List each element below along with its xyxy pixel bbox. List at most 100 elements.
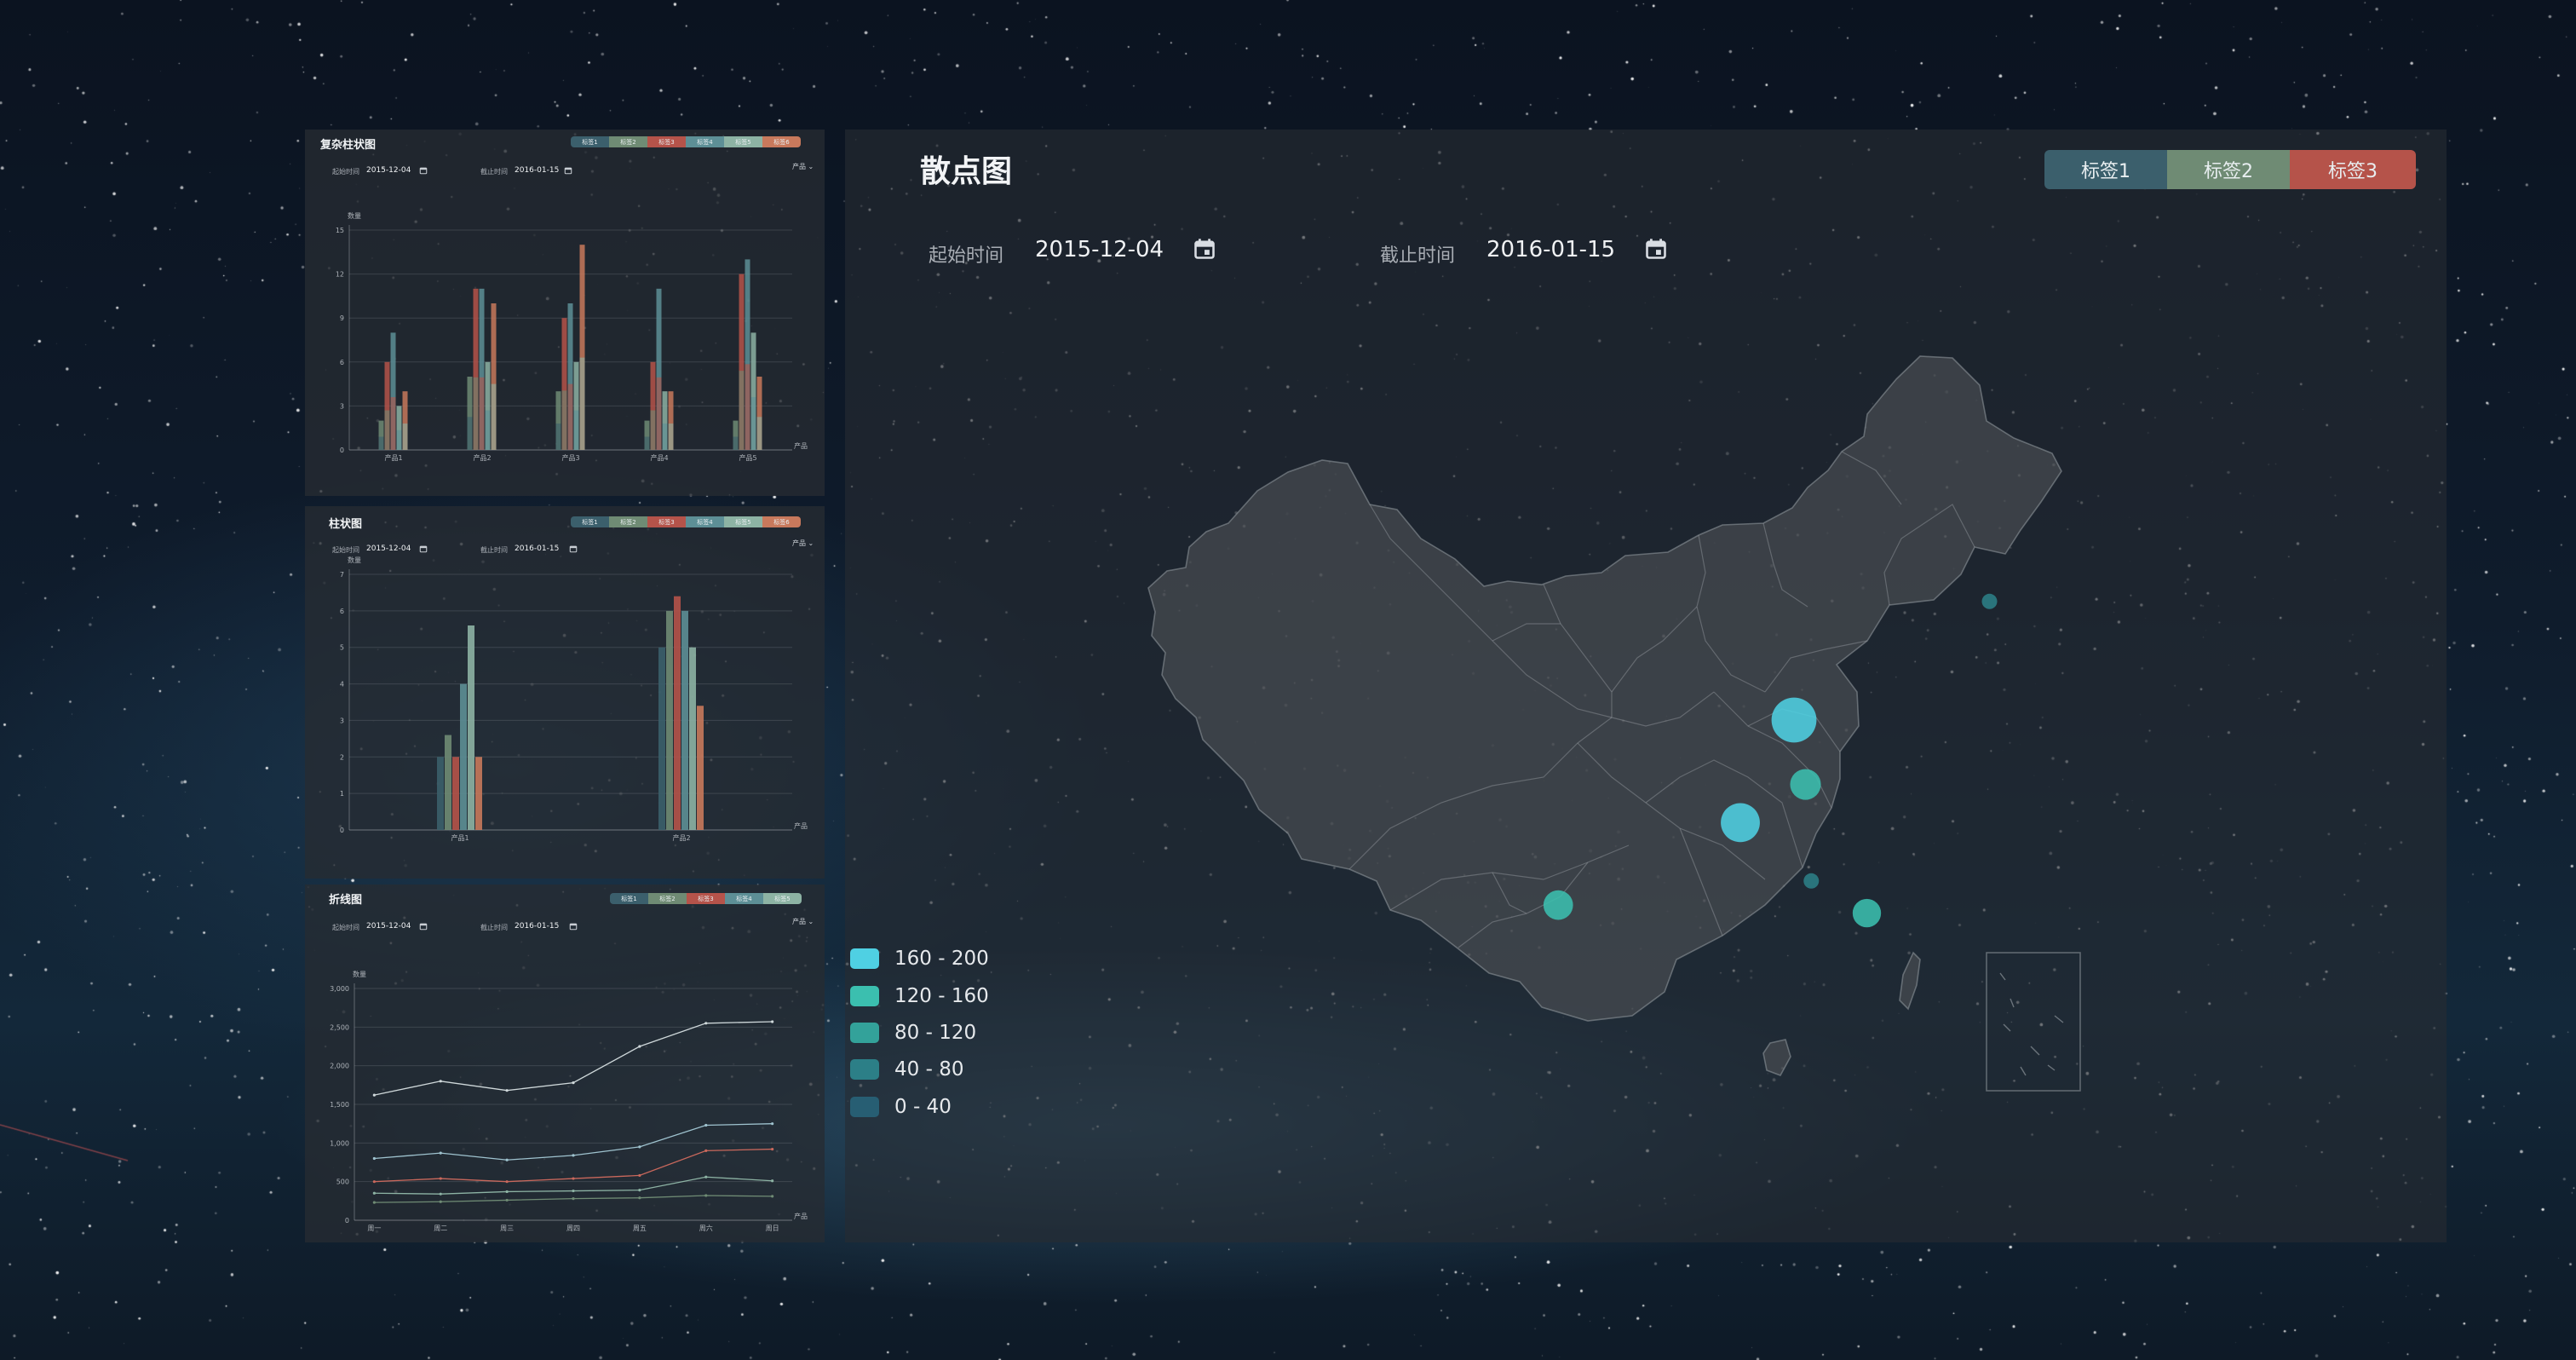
- bar-segment: [644, 436, 650, 450]
- tag-1[interactable]: 标签1: [610, 893, 648, 904]
- product-select[interactable]: 产品 ⌄: [792, 539, 814, 548]
- bar: [674, 596, 681, 830]
- tag-5[interactable]: 标签5: [724, 136, 762, 147]
- tag-5[interactable]: 标签5: [724, 516, 762, 527]
- chevron-down-icon: ⌄: [808, 163, 814, 170]
- x-tick-label: 产品1: [451, 833, 469, 842]
- bar-segment: [750, 397, 756, 450]
- tag-3[interactable]: 标签3: [687, 893, 725, 904]
- y-tick-label: 0: [345, 1217, 349, 1225]
- y-axis-label: 数量: [348, 556, 361, 564]
- bar-segment: [491, 383, 497, 450]
- data-point: [439, 1192, 442, 1196]
- bar: [697, 706, 704, 830]
- bar-segment: [384, 410, 390, 450]
- bar: [681, 610, 688, 830]
- y-tick-label: 4: [340, 681, 344, 689]
- x-tick-label: 周日: [766, 1225, 779, 1232]
- tag-6[interactable]: 标签6: [762, 516, 801, 527]
- data-point: [439, 1080, 442, 1083]
- legend-swatch: [850, 948, 879, 969]
- legend-item-120-160[interactable]: 120 - 160: [850, 985, 989, 1007]
- x-tick-label: 产品5: [739, 453, 756, 462]
- x-tick-label: 周六: [699, 1224, 713, 1232]
- calendar-icon[interactable]: [419, 922, 428, 931]
- data-point: [505, 1198, 509, 1202]
- bar-chart: 0 1 2 3 4 5 6 7 数量产品产品1 产品2: [340, 556, 808, 842]
- panel-bar: 柱状图 标签1 标签2 标签3 标签4 标签5 标签6 起始时间 2015-12…: [305, 506, 825, 879]
- start-time-value[interactable]: 2015-12-04: [366, 922, 411, 931]
- product-select[interactable]: 产品 ⌄: [792, 917, 814, 926]
- bar-segment: [656, 377, 662, 450]
- y-tick-label: 5: [340, 644, 344, 652]
- data-point: [505, 1089, 509, 1092]
- data-point: [572, 1177, 575, 1180]
- tag-3[interactable]: 标签3: [647, 136, 686, 147]
- bar-segment: [378, 436, 384, 450]
- x-tick-label: 产品3: [561, 453, 579, 462]
- legend-item-80-120[interactable]: 80 - 120: [850, 1022, 976, 1044]
- tag-2[interactable]: 标签2: [648, 893, 687, 904]
- data-point: [638, 1045, 641, 1048]
- x-tick-label: 周五: [633, 1225, 647, 1232]
- legend-label: 80 - 120: [894, 1022, 977, 1044]
- data-point: [771, 1122, 774, 1126]
- tag-4[interactable]: 标签4: [725, 893, 763, 904]
- tag-2[interactable]: 标签2: [609, 136, 647, 147]
- legend-item-0-40[interactable]: 0 - 40: [850, 1096, 952, 1118]
- end-time-value[interactable]: 2016-01-15: [515, 922, 559, 931]
- legend-label: 0 - 40: [894, 1096, 952, 1118]
- start-time-label: 起始时间: [332, 546, 359, 554]
- tag-4[interactable]: 标签4: [686, 516, 724, 527]
- y-tick-label: 15: [336, 227, 344, 234]
- calendar-icon[interactable]: [569, 922, 578, 931]
- y-tick-label: 1: [340, 790, 344, 798]
- data-point: [771, 1179, 774, 1183]
- bar-segment: [485, 410, 491, 450]
- data-point: [638, 1196, 641, 1200]
- tag-5[interactable]: 标签5: [763, 893, 802, 904]
- data-point: [372, 1093, 376, 1097]
- chevron-down-icon: ⌄: [808, 918, 814, 925]
- x-tick-label: 周一: [367, 1225, 381, 1232]
- y-tick-label: 3: [340, 717, 344, 724]
- line-chart: 0 500 1,000 1,500 2,000 2,500 3,000 数量产品周一 周二 周三 周…: [330, 970, 808, 1232]
- x-tick-label: 周四: [566, 1225, 580, 1232]
- legend-item-40-80[interactable]: 40 - 80: [850, 1058, 963, 1081]
- y-tick-label: 3: [340, 402, 344, 410]
- y-tick-label: 0: [340, 827, 344, 834]
- calendar-icon[interactable]: [569, 545, 578, 553]
- bar-segment: [390, 397, 396, 450]
- start-time-value[interactable]: 2015-12-04: [366, 545, 411, 553]
- y-tick-label: 2,500: [330, 1023, 349, 1031]
- bar-segment: [479, 377, 485, 450]
- bar-segment: [745, 364, 750, 450]
- data-point: [372, 1180, 376, 1184]
- bar: [658, 647, 665, 830]
- data-point: [638, 1145, 641, 1149]
- bar-segment: [579, 357, 585, 450]
- tag-1[interactable]: 标签1: [571, 136, 609, 147]
- end-time-value[interactable]: 2016-01-15: [515, 545, 559, 553]
- data-point: [704, 1149, 708, 1152]
- bar: [468, 625, 474, 830]
- product-select[interactable]: 产品 ⌄: [792, 162, 814, 171]
- legend-item-160-200[interactable]: 160 - 200: [850, 948, 989, 970]
- tag-1[interactable]: 标签1: [571, 516, 609, 527]
- data-point: [372, 1201, 376, 1204]
- x-axis-label: 产品: [794, 441, 808, 450]
- tag-3[interactable]: 标签3: [647, 516, 686, 527]
- tag-4[interactable]: 标签4: [686, 136, 724, 147]
- panel-scatter-map: 散点图 标签1 标签2 标签3 起始时间 2015-12-04 截止时间 201…: [845, 130, 2447, 1242]
- bar-segment: [573, 410, 579, 450]
- south-china-sea-inset: [1986, 952, 2081, 1092]
- data-point: [771, 1195, 774, 1198]
- tag-2[interactable]: 标签2: [609, 516, 647, 527]
- panel-complex-bar: 复杂柱状图 标签1 标签2 标签3 标签4 标签5 标签6 起始时间 2015-…: [305, 130, 825, 496]
- data-point: [372, 1156, 376, 1161]
- calendar-icon[interactable]: [419, 545, 428, 553]
- panel-title: 复杂柱状图: [320, 139, 377, 152]
- tag-6[interactable]: 标签6: [762, 136, 801, 147]
- bar-segment: [396, 429, 402, 450]
- y-tick-label: 12: [336, 271, 344, 279]
